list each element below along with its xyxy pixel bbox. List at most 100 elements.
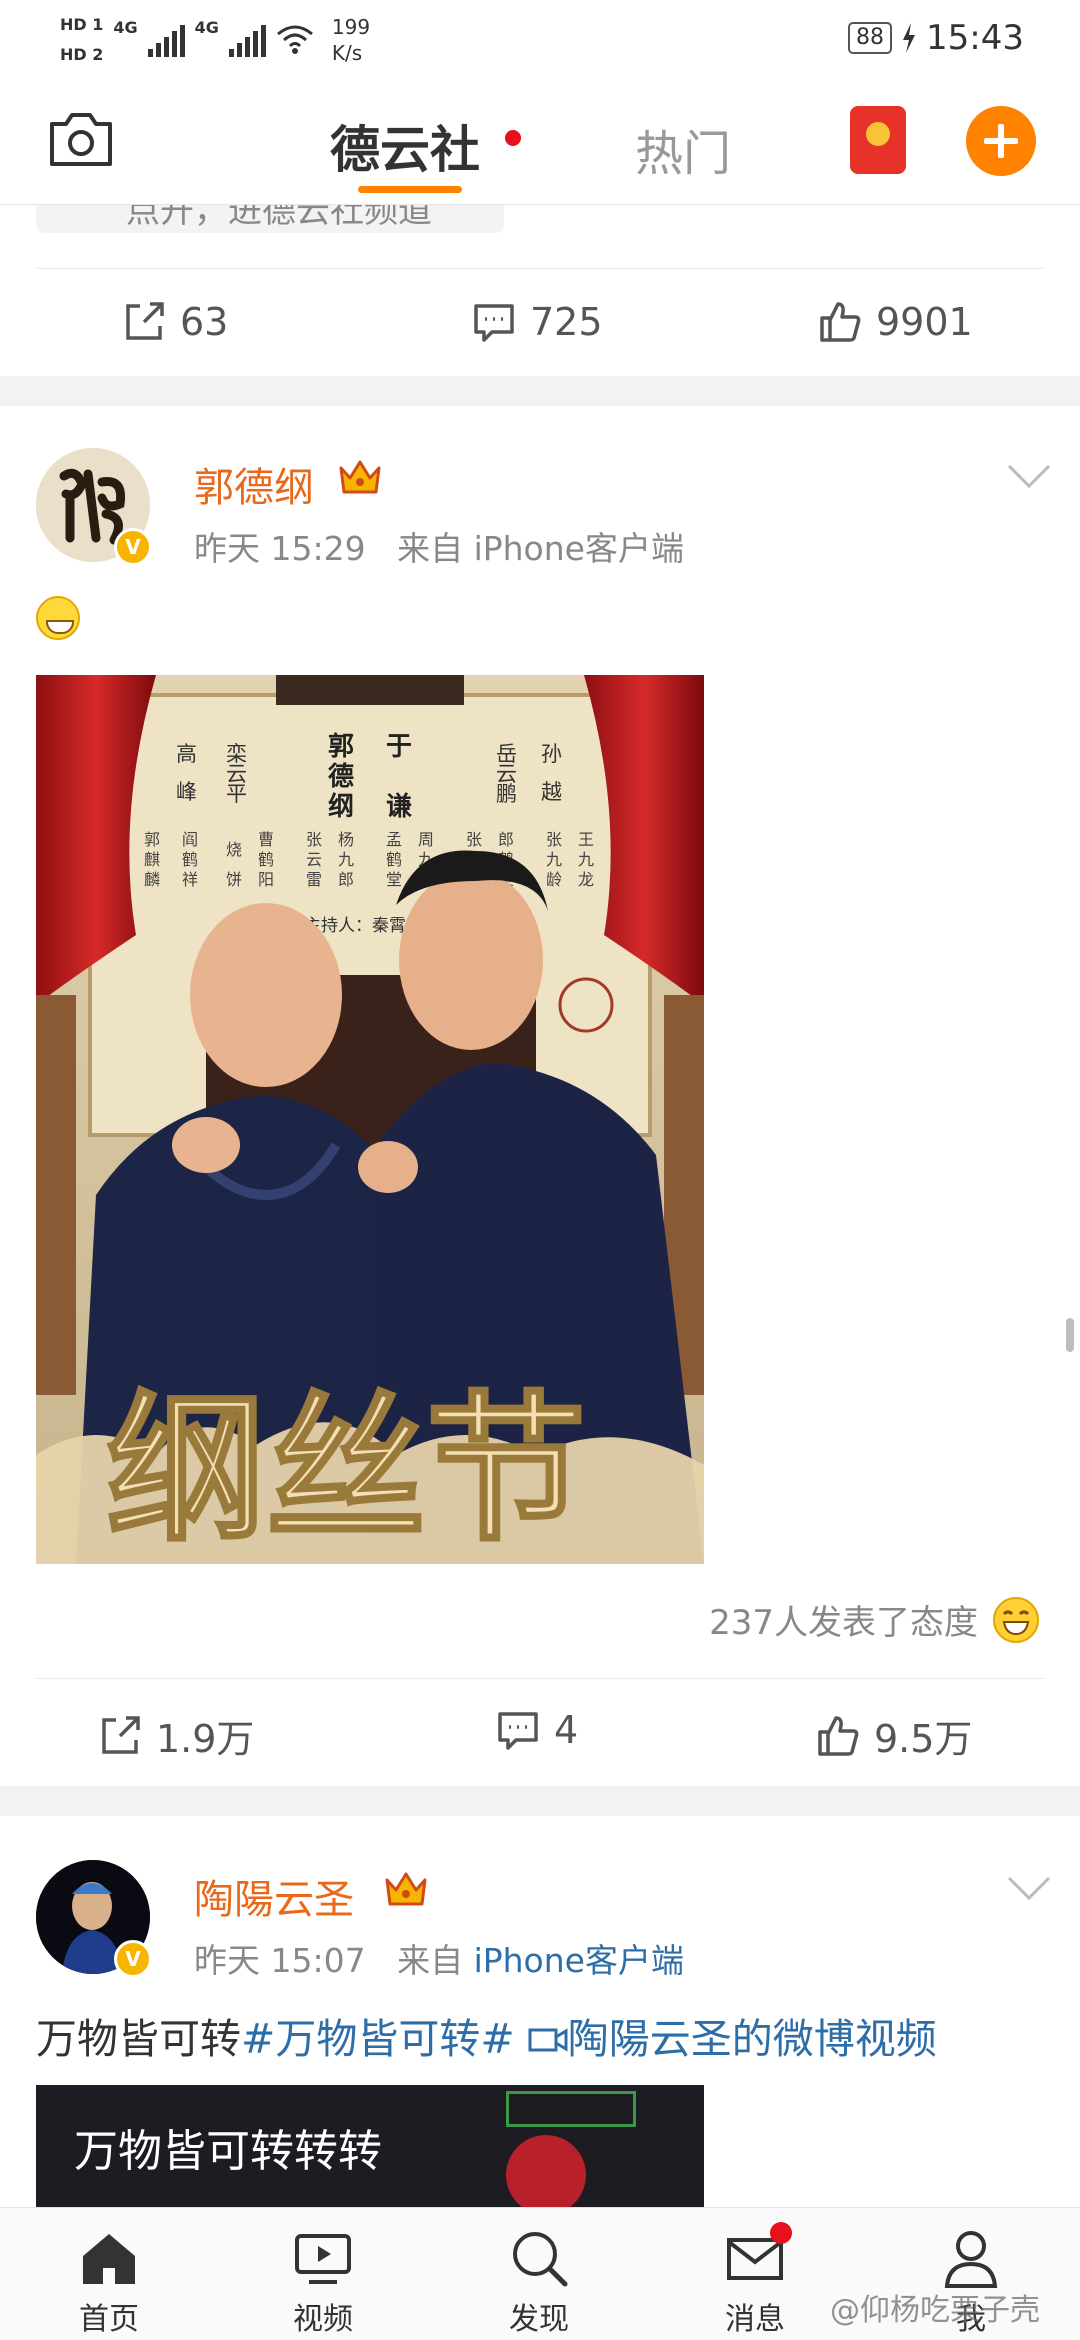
poster-name: 郭 (328, 732, 354, 762)
feed-gap (0, 1786, 1080, 1816)
hashtag-link[interactable]: #万物皆可转# (241, 2015, 515, 2063)
crown-icon (385, 1872, 427, 1906)
video-link[interactable]: 陶陽云圣的微博视频 (528, 2015, 937, 2063)
svg-text:祥: 祥 (182, 870, 198, 889)
tab-active-indicator (358, 186, 462, 193)
svg-text:王: 王 (578, 830, 594, 849)
video-thumbnail[interactable]: 万物皆可转转转 (36, 2085, 704, 2215)
verified-badge: V (114, 1940, 152, 1978)
status-right: 88 15:43 (848, 18, 1024, 58)
laugh-emoji-icon (993, 1596, 1039, 1643)
svg-text:雷: 雷 (306, 870, 322, 889)
svg-text:麟: 麟 (144, 870, 160, 889)
svg-text:阳: 阳 (258, 870, 274, 889)
hd2-label: HD 2 (60, 45, 104, 64)
speed-value: 199 (331, 15, 371, 39)
post-text: 万物皆可转#万物皆可转# 陶陽云圣的微博视频 (36, 2005, 937, 2065)
poster-name: 谦 (386, 792, 412, 822)
network-type-1: 4G (113, 18, 138, 37)
tab-new-dot (505, 130, 521, 146)
charging-icon (903, 23, 916, 53)
post-source: 来自 iPhone客户端 (397, 529, 684, 568)
red-packet-icon[interactable] (850, 106, 906, 174)
post-time: 昨天 15:29 (194, 529, 366, 568)
post-meta: 昨天 15:07 来自 iPhone客户端 (194, 1934, 684, 1982)
nav-home[interactable]: 首页 (44, 2226, 174, 2338)
poster-art: 高峰 栾云平 岳云鹏 孙越 郭 德 纲 于 谦 郭麒麟 阎鹤祥 烧饼 曹鹤阳 张… (36, 675, 704, 1564)
share-count: 1.9万 (156, 1717, 255, 1761)
comment-count: 4 (554, 1708, 579, 1752)
share-button[interactable]: 1.9万 (98, 1708, 254, 1763)
unread-dot (770, 2222, 792, 2244)
divider (36, 1678, 1044, 1679)
like-count: 9.5万 (874, 1717, 973, 1761)
like-button[interactable]: 9901 (818, 300, 973, 344)
network-type-2: 4G (194, 18, 219, 37)
watermark: @仰杨吃栗子壳 (830, 2293, 1040, 2328)
comment-button[interactable]: 4 (496, 1708, 578, 1752)
profile-icon (944, 2231, 998, 2288)
author-name[interactable]: 陶陽云圣 (194, 1867, 354, 1925)
video-caption: 万物皆可转转转 (74, 2126, 382, 2177)
hd1-label: HD 1 (60, 15, 104, 34)
svg-text:峰: 峰 (176, 780, 197, 804)
status-left: HD 1 HD 2 4G 4G 199 K/s (60, 10, 370, 70)
scrollbar[interactable] (1066, 1318, 1074, 1352)
svg-text:龙: 龙 (578, 870, 594, 889)
svg-text:周: 周 (418, 830, 434, 849)
nav-discover[interactable]: 发现 (474, 2226, 604, 2338)
tab-deyunshe[interactable]: 德云社 (330, 110, 480, 182)
nav-label: 消息 (725, 2302, 785, 2337)
camera-icon[interactable] (46, 110, 116, 168)
prev-post-actions: 63 725 9901 (0, 276, 1080, 376)
poster-name: 德 (328, 762, 354, 792)
nav-video[interactable]: 视频 (258, 2226, 388, 2338)
post-meta: 昨天 15:29 来自 iPhone客户端 (194, 522, 684, 570)
svg-text:孟: 孟 (386, 830, 402, 849)
post-time: 昨天 15:07 (194, 1941, 366, 1980)
svg-text:饼: 饼 (226, 870, 242, 889)
svg-text:郎: 郎 (498, 830, 514, 849)
svg-text:龄: 龄 (546, 870, 562, 889)
nav-messages[interactable]: 消息 (690, 2222, 820, 2338)
verified-badge: V (114, 528, 152, 566)
chevron-down-icon[interactable] (1006, 1874, 1052, 1902)
speed-unit: K/s (331, 41, 363, 65)
svg-text:堂: 堂 (386, 870, 402, 889)
svg-text:九: 九 (546, 850, 562, 869)
poster-name: 纲 (328, 791, 354, 822)
hd-indicator: HD 1 HD 2 (60, 10, 103, 70)
compose-button[interactable] (966, 106, 1036, 176)
post-image[interactable]: 高峰 栾云平 岳云鹏 孙越 郭 德 纲 于 谦 郭麒麟 阎鹤祥 烧饼 曹鹤阳 张… (36, 675, 704, 1564)
post1-actions: 1.9万 4 9.5万 (0, 1684, 1080, 1784)
svg-text:高: 高 (176, 742, 197, 766)
thumbs-up-icon (820, 302, 861, 342)
share-button[interactable]: 63 (122, 300, 228, 344)
search-icon (513, 2232, 568, 2287)
nav-label: 首页 (79, 2302, 139, 2337)
status-bar: HD 1 HD 2 4G 4G 199 K/s 88 15:43 (0, 0, 1080, 80)
svg-text:鹤: 鹤 (258, 850, 274, 869)
quoted-card[interactable]: 点开，进德云社频道 (36, 205, 504, 233)
svg-text:烧: 烧 (226, 840, 242, 859)
tab-hot[interactable]: 热门 (635, 114, 731, 184)
clock: 15:43 (926, 18, 1024, 58)
comment-button[interactable]: 725 (472, 300, 603, 344)
like-button[interactable]: 9.5万 (816, 1708, 972, 1763)
thumbs-up-icon (818, 1715, 859, 1756)
post-source-link[interactable]: iPhone客户端 (474, 1941, 684, 1980)
reaction-count-text: 237人发表了态度 (709, 1603, 978, 1643)
svg-text:郎: 郎 (338, 870, 354, 889)
svg-text:孙: 孙 (541, 742, 562, 766)
network-speed: 199 K/s (332, 14, 370, 66)
author-name[interactable]: 郭德纲 (194, 455, 314, 513)
grin-emoji-icon (36, 596, 80, 640)
svg-text:张: 张 (466, 830, 482, 849)
chevron-down-icon[interactable] (1006, 462, 1052, 490)
svg-text:张: 张 (546, 830, 562, 849)
share-icon (126, 302, 164, 340)
crown-icon (339, 460, 381, 494)
home-icon (83, 2234, 135, 2284)
reaction-summary[interactable]: 237人发表了态度 (709, 1595, 1040, 1644)
comment-count: 725 (530, 300, 603, 344)
